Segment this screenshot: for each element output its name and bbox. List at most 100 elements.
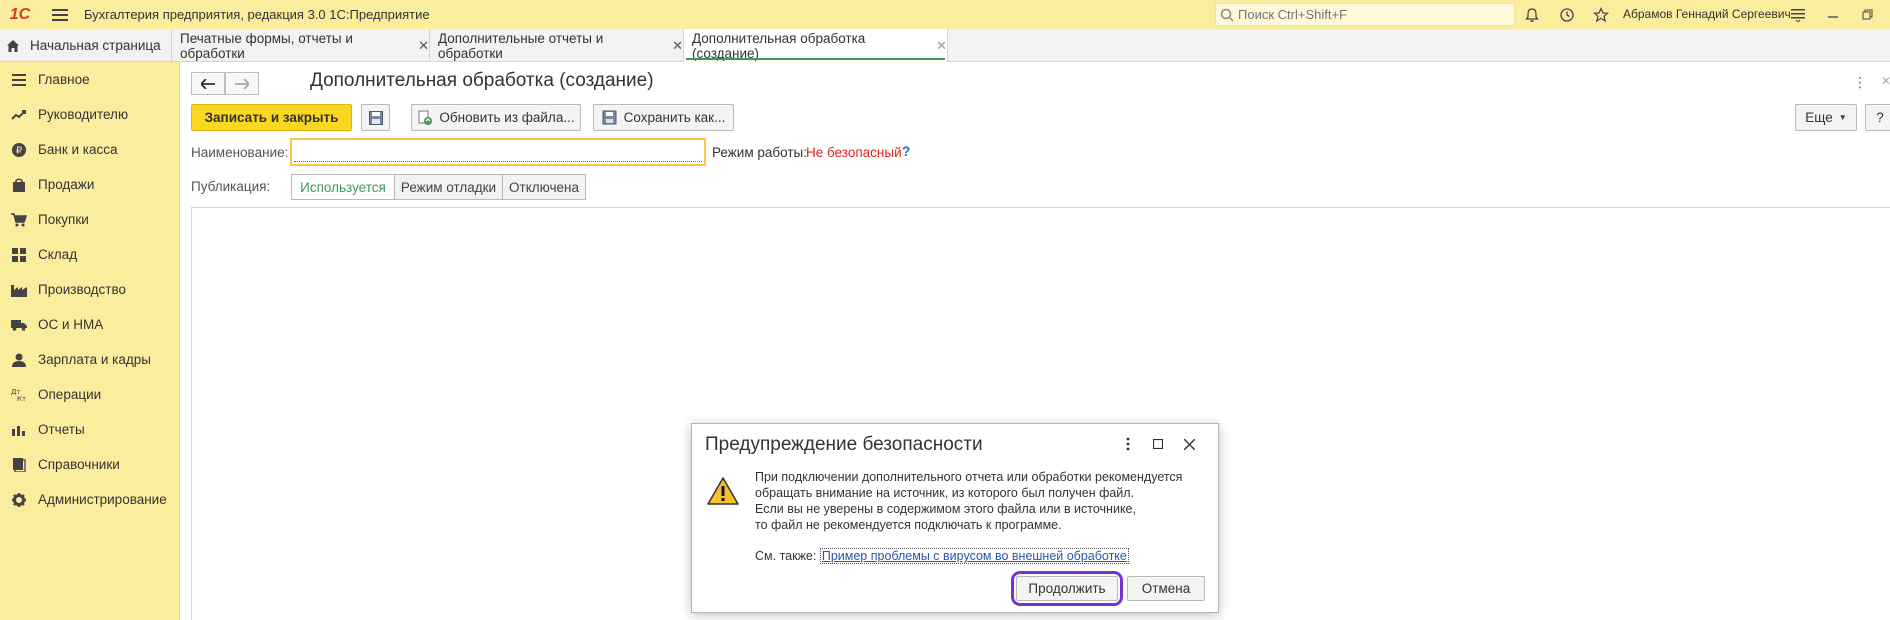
tab-additional-processing-create[interactable]: Дополнительная обработка (создание) ✕	[684, 29, 948, 62]
menu-icon	[0, 73, 38, 86]
sidebar-item-label: ОС и НМА	[38, 317, 104, 332]
save-and-close-button[interactable]: Записать и закрыть	[191, 104, 352, 131]
sidebar-item-production[interactable]: Производство	[0, 272, 180, 307]
sidebar-item-label: Производство	[38, 282, 127, 297]
save-as-icon	[602, 110, 617, 124]
dialog-message: При подключении дополнительного отчета и…	[755, 469, 1215, 533]
bag-icon	[0, 178, 38, 192]
grid-icon	[0, 247, 38, 262]
security-warning-dialog: Предупреждение безопасности При подключе…	[691, 423, 1219, 613]
settings-menu-icon[interactable]	[1787, 4, 1809, 26]
sidebar-item-catalogs[interactable]: Справочники	[0, 447, 180, 482]
cancel-button[interactable]: Отмена	[1127, 576, 1205, 601]
publication-disabled[interactable]: Отключена	[502, 174, 586, 200]
more-label: Еще	[1805, 110, 1833, 125]
bell-icon[interactable]	[1521, 4, 1543, 26]
tab-home[interactable]: Начальная страница	[0, 29, 172, 62]
truck-icon	[0, 319, 38, 331]
main-menu-icon[interactable]	[40, 0, 80, 29]
dt-kt-icon: Дт Кт	[0, 388, 38, 402]
sidebar-item-main[interactable]: Главное	[0, 62, 180, 97]
see-also-label: См. также:	[755, 549, 817, 563]
continue-highlight	[1011, 571, 1123, 606]
sidebar-item-warehouse[interactable]: Склад	[0, 237, 180, 272]
home-icon	[7, 39, 19, 52]
close-icon[interactable]	[1178, 433, 1200, 455]
publication-used[interactable]: Используется	[291, 174, 395, 200]
sidebar-item-director[interactable]: Руководителю	[0, 97, 180, 132]
update-file-icon	[418, 110, 433, 125]
minimize-icon[interactable]	[1822, 4, 1844, 26]
arrow-right-icon	[235, 78, 249, 89]
publication-debug[interactable]: Режим отладки	[394, 174, 503, 200]
sidebar: Главное Руководителю ₽ Банк и касса Прод…	[0, 62, 180, 620]
publication-label: Публикация:	[191, 179, 271, 194]
sidebar-item-bank[interactable]: ₽ Банк и касса	[0, 132, 180, 167]
global-search[interactable]	[1215, 3, 1515, 26]
svg-text:₽: ₽	[16, 145, 23, 156]
sidebar-item-administration[interactable]: Администрирование	[0, 482, 180, 517]
ruble-icon: ₽	[0, 142, 38, 157]
tab-label: Дополнительные отчеты и обработки	[438, 30, 604, 61]
dialog-message-line: Если вы не уверены в содержимом этого фа…	[755, 502, 1136, 516]
sidebar-item-label: Банк и касса	[38, 142, 118, 157]
mode-help-icon[interactable]: ?	[902, 144, 910, 159]
dialog-message-line: При подключении дополнительного отчета и…	[755, 470, 1183, 484]
floppy-icon	[368, 110, 383, 125]
dialog-message-line: обращать внимание на источник, из которо…	[755, 486, 1135, 500]
sidebar-item-label: Операции	[38, 387, 102, 402]
save-as-button[interactable]: Сохранить как...	[593, 104, 734, 131]
star-icon[interactable]	[1590, 4, 1612, 26]
dialog-message-line: то файл не рекомендуется подключать к пр…	[755, 518, 1062, 532]
close-icon[interactable]: ✕	[418, 38, 429, 54]
close-form-icon[interactable]: ✕	[1881, 74, 1890, 88]
trend-icon	[0, 109, 38, 121]
gear-icon	[0, 492, 38, 507]
mode-value[interactable]: Не безопасный	[806, 145, 902, 160]
sidebar-item-reports[interactable]: Отчеты	[0, 412, 180, 447]
virus-example-link[interactable]: Пример проблемы с вирусом во внешней обр…	[819, 548, 1129, 564]
mode-label: Режим работы:	[712, 145, 807, 160]
sidebar-item-label: Справочники	[38, 457, 120, 472]
sidebar-item-label: Склад	[38, 247, 78, 262]
arrow-left-icon	[201, 78, 215, 89]
book-icon	[0, 457, 38, 472]
sidebar-item-label: Продажи	[38, 177, 95, 192]
tab-label: Печатные формы, отчеты и обработки	[180, 30, 353, 61]
save-button[interactable]	[361, 104, 390, 131]
sidebar-item-operations[interactable]: Дт Кт Операции	[0, 377, 180, 412]
update-from-file-button[interactable]: Обновить из файла...	[411, 104, 581, 131]
chevron-down-icon: ▼	[1838, 113, 1847, 122]
back-button[interactable]	[191, 72, 225, 95]
restore-icon[interactable]	[1857, 4, 1879, 26]
close-icon[interactable]: ✕	[936, 38, 947, 54]
sidebar-item-salary[interactable]: Зарплата и кадры	[0, 342, 180, 377]
help-button[interactable]: ?	[1865, 104, 1890, 131]
see-also: См. также: Пример проблемы с вирусом во …	[755, 548, 1129, 564]
name-input[interactable]	[290, 138, 706, 166]
save-as-label: Сохранить как...	[623, 110, 726, 125]
person-icon	[0, 353, 38, 367]
sidebar-item-label: Руководителю	[38, 107, 129, 122]
tab-additional-reports[interactable]: Дополнительные отчеты и обработки ✕	[430, 29, 684, 62]
close-icon[interactable]: ✕	[672, 38, 683, 54]
name-label: Наименование:	[191, 145, 289, 160]
user-name[interactable]: Абрамов Геннадий Сергеевич	[1623, 7, 1791, 21]
forward-button[interactable]	[225, 72, 259, 95]
maximize-icon[interactable]	[1147, 433, 1169, 455]
search-input[interactable]	[1238, 7, 1508, 22]
more-options-icon[interactable]: ⋮	[1853, 74, 1867, 91]
sidebar-item-label: Администрирование	[38, 492, 167, 507]
app-logo[interactable]: 1С	[0, 0, 40, 29]
sidebar-item-sales[interactable]: Продажи	[0, 167, 180, 202]
sidebar-item-purchases[interactable]: Покупки	[0, 202, 180, 237]
sidebar-item-fixed-assets[interactable]: ОС и НМА	[0, 307, 180, 342]
history-icon[interactable]	[1556, 4, 1578, 26]
cart-icon	[0, 212, 38, 227]
tab-print-forms[interactable]: Печатные формы, отчеты и обработки ✕	[172, 29, 430, 62]
tabs-bar: Начальная страница Печатные формы, отчет…	[0, 29, 1890, 62]
dialog-title: Предупреждение безопасности	[705, 434, 983, 455]
more-options-icon[interactable]	[1117, 433, 1139, 455]
tab-label: Дополнительная обработка (создание)	[692, 30, 866, 61]
more-button[interactable]: Еще ▼	[1795, 104, 1857, 131]
